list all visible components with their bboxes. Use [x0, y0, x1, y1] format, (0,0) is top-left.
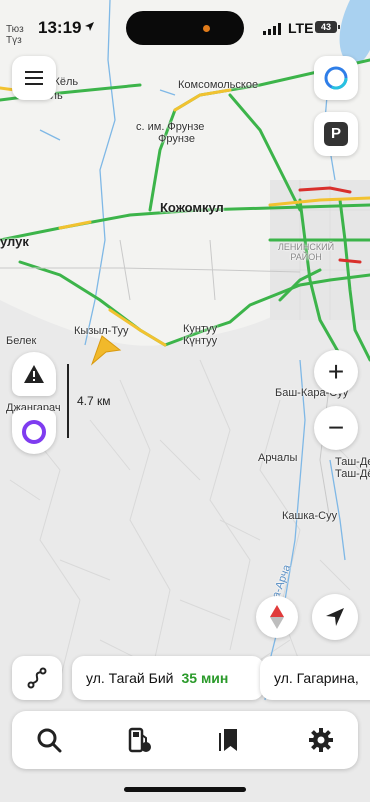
place-label: Комсомольское: [178, 79, 259, 91]
place-label: Күнтуу: [183, 335, 218, 347]
search-icon: [37, 728, 62, 753]
user-location-arrow: [90, 335, 122, 366]
compass-button[interactable]: [256, 596, 298, 638]
zoom-in-button[interactable]: +: [314, 350, 358, 394]
fuel-tab[interactable]: [122, 723, 156, 757]
locate-icon: [326, 608, 344, 626]
label-line: Түз: [6, 35, 22, 46]
compass-icon: [270, 605, 284, 629]
locate-me-button[interactable]: [312, 594, 358, 640]
bookmarks-tab[interactable]: [212, 723, 246, 757]
route-chip[interactable]: ул. Тагай Бий 35 мин: [72, 656, 264, 700]
report-incident-button[interactable]: [12, 352, 56, 396]
map-scale-label: 4.7 км: [77, 394, 111, 408]
parking-icon: P: [324, 122, 348, 146]
place-label: с. им. Фрунзе: [136, 121, 205, 133]
route-street: ул. Гагарина,: [274, 670, 359, 686]
place-label: Кунтуу: [183, 323, 218, 335]
plus-icon: +: [327, 356, 345, 387]
search-tab[interactable]: [32, 723, 66, 757]
map-scale-bar: [67, 364, 69, 438]
bottom-toolbar: [12, 711, 358, 769]
place-label-city: Кожомкул: [160, 200, 224, 215]
route-eta: 35 мин: [181, 670, 229, 686]
route-button[interactable]: [12, 656, 62, 700]
settings-icon: [309, 728, 333, 752]
menu-button[interactable]: [12, 56, 56, 100]
minus-icon: −: [327, 412, 345, 443]
fuel-icon: [128, 727, 151, 753]
alice-assistant-button[interactable]: [314, 56, 358, 100]
place-label: Фрунзе: [158, 133, 195, 145]
status-bar: 13:19 LTE 43: [0, 0, 370, 54]
network-label: LTE: [288, 20, 314, 36]
dynamic-island: [126, 11, 244, 45]
place-label: Кашка-Суу: [282, 510, 338, 522]
zoom-out-button[interactable]: −: [314, 406, 358, 450]
battery-icon: 43: [315, 21, 340, 33]
warning-icon: [24, 365, 44, 383]
alice-icon: [324, 66, 348, 90]
settings-tab[interactable]: [304, 723, 338, 757]
status-time: 13:19: [38, 18, 82, 37]
place-label: Арчалы: [258, 452, 298, 464]
bookmarks-icon: [219, 729, 237, 751]
place-label: Белек: [6, 335, 37, 347]
district-label: ЛЕНИНСКИЙ РАЙОН: [278, 242, 335, 262]
location-services-icon: [85, 22, 94, 31]
place-label-tyuz: Тюз Түз: [6, 24, 24, 46]
route-street: ул. Тагай Бий: [86, 670, 174, 686]
place-label-city: улук: [0, 234, 29, 249]
route-icon: [27, 667, 47, 689]
alice-button[interactable]: [12, 410, 56, 454]
activity-dot: [203, 25, 210, 32]
place-label: Таш-Де: [335, 456, 370, 468]
place-label: Таш-Дё: [335, 468, 370, 480]
parking-button[interactable]: P: [314, 112, 358, 156]
menu-icon: [25, 71, 43, 85]
label-line: Тюз: [6, 24, 24, 35]
route-chip[interactable]: ул. Гагарина,: [260, 656, 370, 700]
signal-icon: [263, 23, 281, 35]
home-indicator: [124, 787, 246, 792]
alice-icon: [22, 420, 46, 444]
